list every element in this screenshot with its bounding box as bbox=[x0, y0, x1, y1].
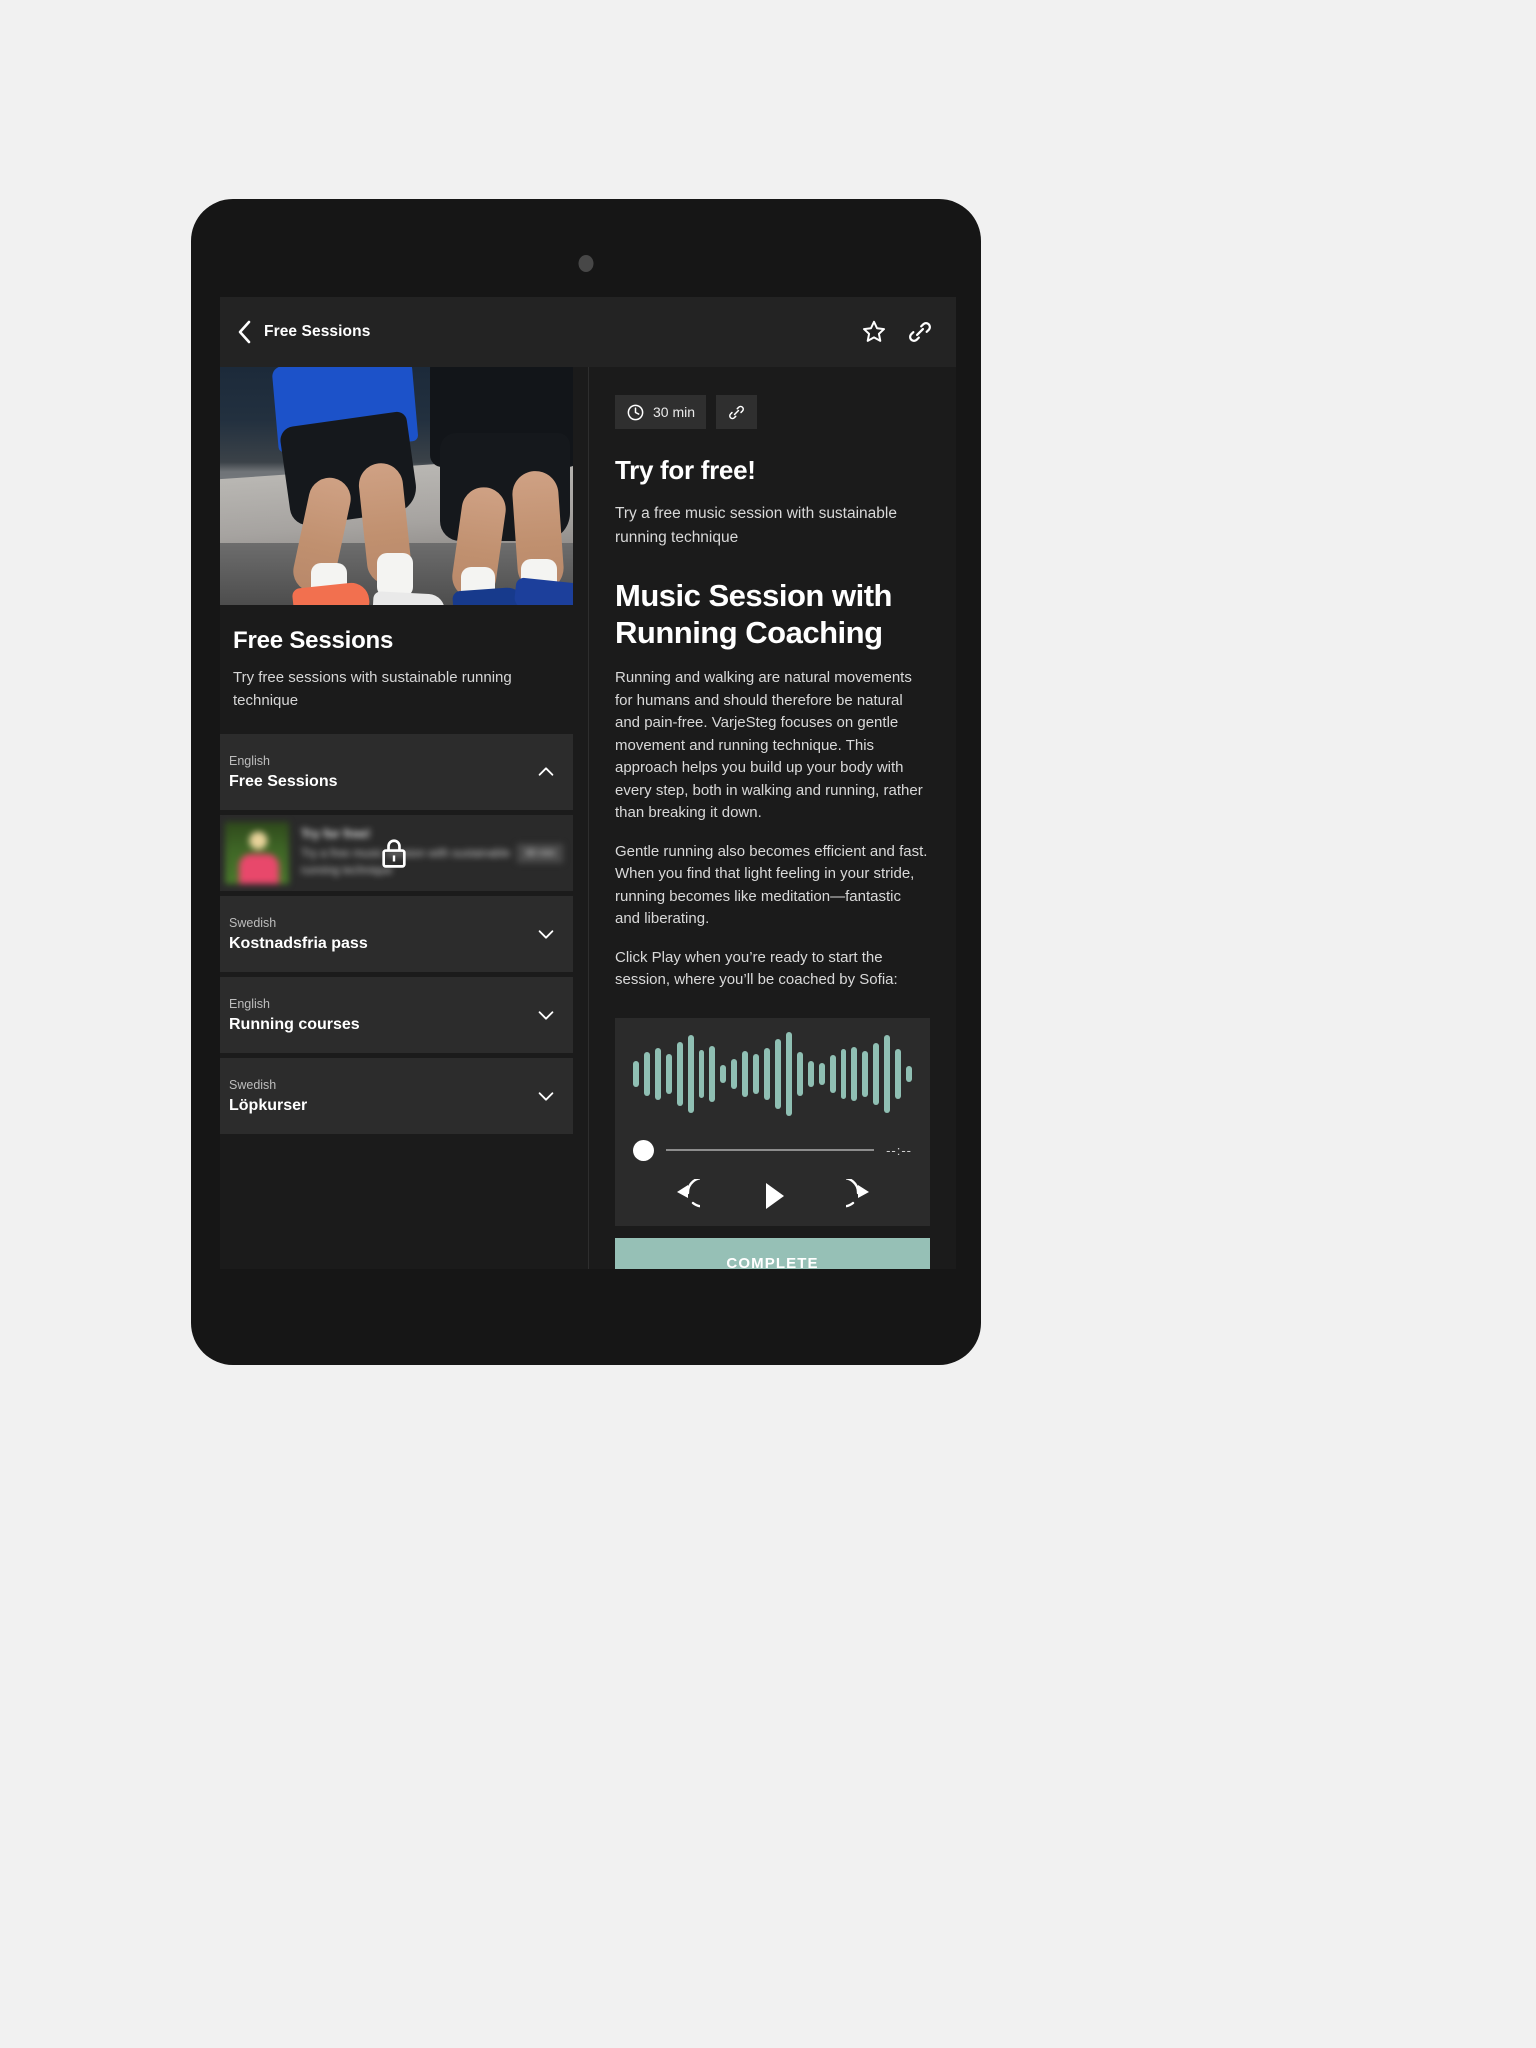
waveform-bar bbox=[796, 1051, 803, 1096]
content-area: Free Sessions Try free sessions with sus… bbox=[220, 367, 956, 1269]
app-header-actions bbox=[860, 318, 934, 346]
audio-controls bbox=[633, 1176, 912, 1213]
left-panel-subtitle: Try free sessions with sustainable runni… bbox=[233, 669, 512, 709]
waveform-bar bbox=[862, 1050, 869, 1097]
left-column-header: Free Sessions Try free sessions with sus… bbox=[220, 605, 583, 712]
waveform-bar bbox=[665, 1053, 672, 1094]
left-panel-title: Free Sessions bbox=[233, 627, 394, 654]
chevron-down-icon[interactable] bbox=[535, 1085, 557, 1107]
runner-shoe-blue-2 bbox=[513, 577, 573, 605]
accordion-list: English Free Sessions Try for free! Try … bbox=[220, 734, 583, 1134]
accordion-texts: English Running courses bbox=[229, 997, 360, 1034]
session-paragraph-1: Running and walking are natural movement… bbox=[615, 669, 923, 822]
session-paragraph-2: Gentle running also becomes efficient an… bbox=[615, 842, 928, 928]
audio-progress-track[interactable] bbox=[666, 1149, 875, 1152]
duration-text: 30 min bbox=[653, 404, 696, 420]
chevron-down-icon[interactable] bbox=[535, 1004, 557, 1026]
accordion-texts: Swedish Löpkurser bbox=[229, 1078, 307, 1115]
audio-waveform bbox=[633, 1018, 912, 1130]
accordion-label: Löpkurser bbox=[229, 1096, 308, 1114]
page-title: Free Sessions bbox=[264, 323, 371, 340]
waveform-bar bbox=[764, 1047, 770, 1100]
session-meta-row: 30 min bbox=[615, 395, 930, 429]
front-camera-icon bbox=[578, 255, 594, 272]
audio-progress-knob[interactable] bbox=[633, 1139, 654, 1161]
accordion-item-free-sessions[interactable]: English Free Sessions bbox=[220, 734, 573, 810]
waveform-bar bbox=[720, 1064, 727, 1083]
session-paragraph-3: Click Play when you’re ready to start th… bbox=[615, 948, 898, 989]
app-header-bar: Free Sessions bbox=[220, 297, 956, 367]
accordion-item-lopkurser[interactable]: Swedish Löpkurser bbox=[220, 1058, 573, 1134]
chevron-up-icon[interactable] bbox=[535, 761, 557, 783]
waveform-bar bbox=[742, 1050, 749, 1097]
chevron-down-icon[interactable] bbox=[535, 923, 557, 945]
forward-15-icon[interactable] bbox=[828, 1176, 886, 1213]
waveform-bar bbox=[906, 1065, 912, 1082]
audio-player[interactable]: --:-- bbox=[615, 1017, 930, 1226]
link-icon[interactable] bbox=[906, 318, 934, 346]
waveform-bar bbox=[895, 1048, 902, 1099]
accordion-texts: Swedish Kostnadsfria pass bbox=[229, 916, 368, 953]
left-column-inner: Free Sessions Try free sessions with sus… bbox=[220, 367, 583, 1139]
audio-progress-row[interactable]: --:-- bbox=[633, 1139, 912, 1161]
waveform-bar bbox=[873, 1042, 880, 1105]
accordion-item-running-courses[interactable]: English Running courses bbox=[220, 977, 573, 1053]
session-subheading: Try a free music session with sustainabl… bbox=[615, 505, 897, 547]
accordion-label: Free Sessions bbox=[229, 772, 338, 790]
left-column: Free Sessions Try free sessions with sus… bbox=[220, 367, 588, 1269]
waveform-bar bbox=[818, 1062, 825, 1085]
waveform-bar bbox=[633, 1060, 639, 1087]
waveform-bar bbox=[676, 1041, 683, 1106]
waveform-bar bbox=[687, 1034, 694, 1113]
waveform-bar bbox=[785, 1031, 792, 1116]
locked-session-duration: 30 min bbox=[516, 843, 563, 863]
waveform-bar bbox=[884, 1034, 891, 1113]
waveform-bar bbox=[829, 1054, 836, 1093]
waveform-bar bbox=[775, 1038, 781, 1109]
clock-icon bbox=[626, 403, 645, 422]
star-outline-icon[interactable] bbox=[860, 318, 888, 346]
accordion-language: Swedish bbox=[229, 1077, 277, 1092]
accordion-label: Kostnadsfria pass bbox=[229, 934, 368, 952]
waveform-bar bbox=[753, 1053, 760, 1094]
accordion-label: Running courses bbox=[229, 1015, 360, 1033]
session-heading: Try for free! bbox=[615, 455, 756, 485]
accordion-language: Swedish bbox=[229, 915, 277, 930]
locked-session-row[interactable]: Try for free! Try a free music session w… bbox=[220, 815, 573, 891]
play-icon[interactable] bbox=[753, 1179, 793, 1213]
waveform-bar bbox=[709, 1045, 716, 1102]
runner-sock-2 bbox=[377, 553, 413, 597]
complete-button[interactable]: COMPLETE bbox=[615, 1237, 930, 1269]
app-screen: Free Sessions Free Sessions Try free ses… bbox=[220, 297, 956, 1269]
lock-icon bbox=[379, 836, 409, 870]
app-header-left: Free Sessions bbox=[236, 319, 370, 345]
link-icon bbox=[727, 403, 746, 422]
waveform-bar bbox=[851, 1046, 858, 1101]
right-column: 30 min Try for free! Try a free music se… bbox=[589, 367, 956, 1269]
waveform-bar bbox=[654, 1047, 661, 1100]
waveform-bar bbox=[807, 1060, 814, 1087]
share-badge-button[interactable] bbox=[716, 395, 758, 429]
waveform-bar bbox=[731, 1058, 738, 1089]
hero-image bbox=[220, 367, 573, 605]
chevron-left-icon[interactable] bbox=[236, 319, 252, 345]
accordion-language: English bbox=[229, 996, 270, 1011]
duration-badge: 30 min bbox=[615, 395, 707, 429]
rewind-15-icon[interactable] bbox=[660, 1176, 717, 1213]
audio-time-remaining: --:-- bbox=[886, 1142, 912, 1158]
thumbnail-person bbox=[239, 854, 279, 884]
waveform-bar bbox=[840, 1048, 847, 1099]
screenshot-canvas: Free Sessions Free Sessions Try free ses… bbox=[0, 0, 1536, 2048]
session-thumbnail bbox=[225, 822, 289, 884]
waveform-bar bbox=[643, 1051, 650, 1096]
accordion-item-kostnadsfria-pass[interactable]: Swedish Kostnadsfria pass bbox=[220, 896, 573, 972]
waveform-bar bbox=[698, 1049, 705, 1098]
accordion-language: English bbox=[229, 753, 270, 768]
tablet-device-frame: Free Sessions Free Sessions Try free ses… bbox=[191, 199, 981, 1365]
accordion-texts: English Free Sessions bbox=[229, 754, 338, 791]
session-title: Music Session with Running Coaching bbox=[615, 578, 892, 650]
